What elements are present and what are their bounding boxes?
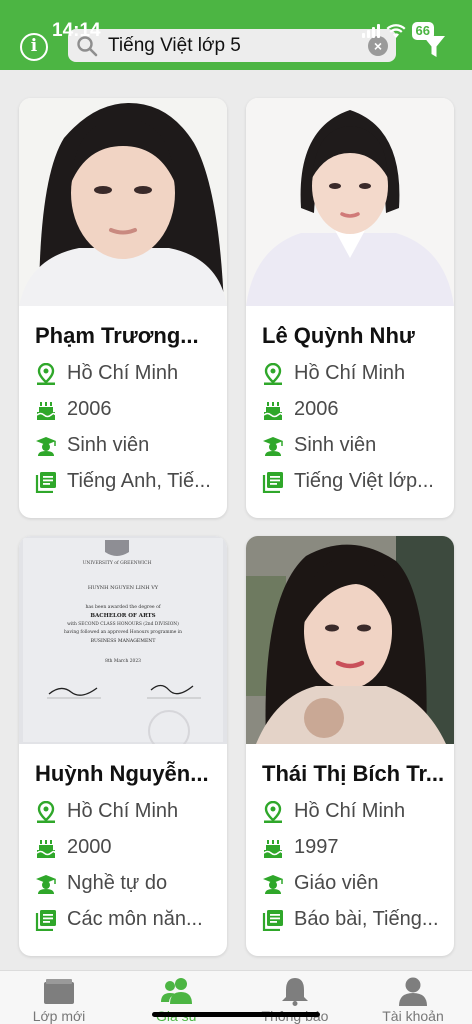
certificate-programme: BUSINESS MANAGEMENT: [91, 638, 157, 644]
info-button[interactable]: i: [20, 33, 48, 61]
tutor-name: Huỳnh Nguyễn...: [35, 761, 209, 786]
bell-icon: [282, 978, 308, 1006]
tutor-photo: [246, 536, 454, 744]
users-icon: [161, 978, 192, 1004]
tutor-card[interactable]: Lê Quỳnh Như Hồ Chí Minh 2006 Sinh viên …: [246, 98, 454, 518]
location-row: Hồ Chí Minh: [262, 362, 405, 385]
subjects-row: Tiếng Anh, Tiế...: [35, 470, 211, 493]
nav-account[interactable]: Tài khoản: [354, 971, 472, 1024]
subjects-row: Các môn năn...: [35, 908, 203, 931]
location-pin-icon: [264, 362, 282, 385]
certificate-date: 8th March 2023: [105, 659, 141, 664]
certificate-recipient: HUYNH NGUYEN LINH VY: [88, 585, 159, 591]
user-icon: [399, 977, 427, 1006]
tutor-photo: [19, 98, 227, 306]
nav-label: Tài khoản: [382, 1008, 444, 1024]
occupation-text: Sinh viên: [67, 434, 150, 456]
birth-year-row: 1997: [262, 836, 339, 859]
top-bar: 14:14 66 i ×: [0, 0, 472, 70]
birth-year-text: 2000: [67, 836, 112, 858]
location-text: Hồ Chí Minh: [67, 800, 179, 822]
location-row: Hồ Chí Minh: [262, 800, 405, 823]
tutor-name: Lê Quỳnh Như: [262, 323, 415, 348]
occupation-row: Giáo viên: [262, 872, 379, 895]
tutor-card[interactable]: UNIVERSITY of GREENWICH HUYNH NGUYEN LIN…: [19, 536, 227, 956]
tutor-photo: [246, 98, 454, 306]
location-pin-icon: [264, 800, 282, 823]
subjects-text: Tiếng Việt lớp...: [294, 470, 434, 492]
subjects-row: Tiếng Việt lớp...: [262, 470, 434, 493]
book-icon: [35, 909, 56, 931]
nav-new-classes[interactable]: Lớp mới: [0, 971, 118, 1024]
occupation-row: Nghề tự do: [35, 872, 167, 895]
tutor-card[interactable]: Thái Thị Bích Tr... Hồ Chí Minh 1997 Giá…: [246, 536, 454, 956]
location-text: Hồ Chí Minh: [294, 800, 406, 822]
graduation-icon: [263, 436, 283, 456]
birth-year-row: 2000: [35, 836, 112, 859]
location-pin-icon: [37, 800, 55, 823]
home-indicator: [152, 1012, 320, 1017]
occupation-text: Giáo viên: [294, 872, 379, 894]
tutor-name: Phạm Trương...: [35, 323, 199, 348]
battery-indicator: 66: [411, 22, 434, 40]
certificate-photo: UNIVERSITY of GREENWICH HUYNH NGUYEN LIN…: [19, 536, 227, 744]
location-row: Hồ Chí Minh: [35, 362, 178, 385]
search-bar[interactable]: ×: [68, 29, 396, 62]
certificate-degree: BACHELOR OF ARTS: [90, 613, 155, 619]
subjects-text: Tiếng Anh, Tiế...: [67, 470, 211, 492]
graduation-icon: [36, 436, 56, 456]
status-icons: 66: [361, 22, 434, 40]
location-text: Hồ Chí Minh: [294, 362, 406, 384]
subjects-text: Các môn năn...: [67, 908, 203, 930]
certificate-line: has been awarded the degree of: [85, 604, 160, 610]
birth-year-row: 2006: [262, 398, 339, 421]
birth-year-row: 2006: [35, 398, 112, 421]
certificate-line: with SECOND CLASS HONOURS (2nd DIVISION): [67, 622, 179, 627]
search-input[interactable]: [108, 34, 368, 57]
subjects-row: Báo bài, Tiếng...: [262, 908, 439, 931]
location-pin-icon: [37, 362, 55, 385]
nav-label: Lớp mới: [32, 1008, 86, 1024]
cake-icon: [263, 401, 283, 420]
location-text: Hồ Chí Minh: [67, 362, 179, 384]
wifi-icon: [386, 23, 406, 38]
book-icon: [262, 471, 283, 493]
book-icon: [35, 471, 56, 493]
graduation-icon: [36, 874, 56, 894]
birth-year-text: 1997: [294, 836, 339, 858]
status-time: 14:14: [52, 20, 101, 41]
occupation-row: Sinh viên: [262, 434, 376, 457]
occupation-text: Nghề tự do: [67, 872, 168, 894]
tutor-name: Thái Thị Bích Tr...: [262, 761, 445, 786]
birth-year-text: 2006: [67, 398, 112, 420]
tutor-card[interactable]: Phạm Trương... Hồ Chí Minh 2006 Sinh viê…: [19, 98, 227, 518]
occupation-row: Sinh viên: [35, 434, 149, 457]
location-row: Hồ Chí Minh: [35, 800, 178, 823]
book-icon: [262, 909, 283, 931]
subjects-text: Báo bài, Tiếng...: [294, 908, 439, 930]
signal-icon: [361, 24, 380, 38]
certificate-university: UNIVERSITY of GREENWICH: [83, 560, 152, 566]
graduation-icon: [263, 874, 283, 894]
cake-icon: [36, 839, 56, 858]
birth-year-text: 2006: [294, 398, 339, 420]
certificate-line: having followed an approved Honours prog…: [64, 630, 182, 635]
occupation-text: Sinh viên: [294, 434, 377, 456]
cake-icon: [36, 401, 56, 420]
folder-icon: [44, 979, 74, 1004]
cake-icon: [263, 839, 283, 858]
